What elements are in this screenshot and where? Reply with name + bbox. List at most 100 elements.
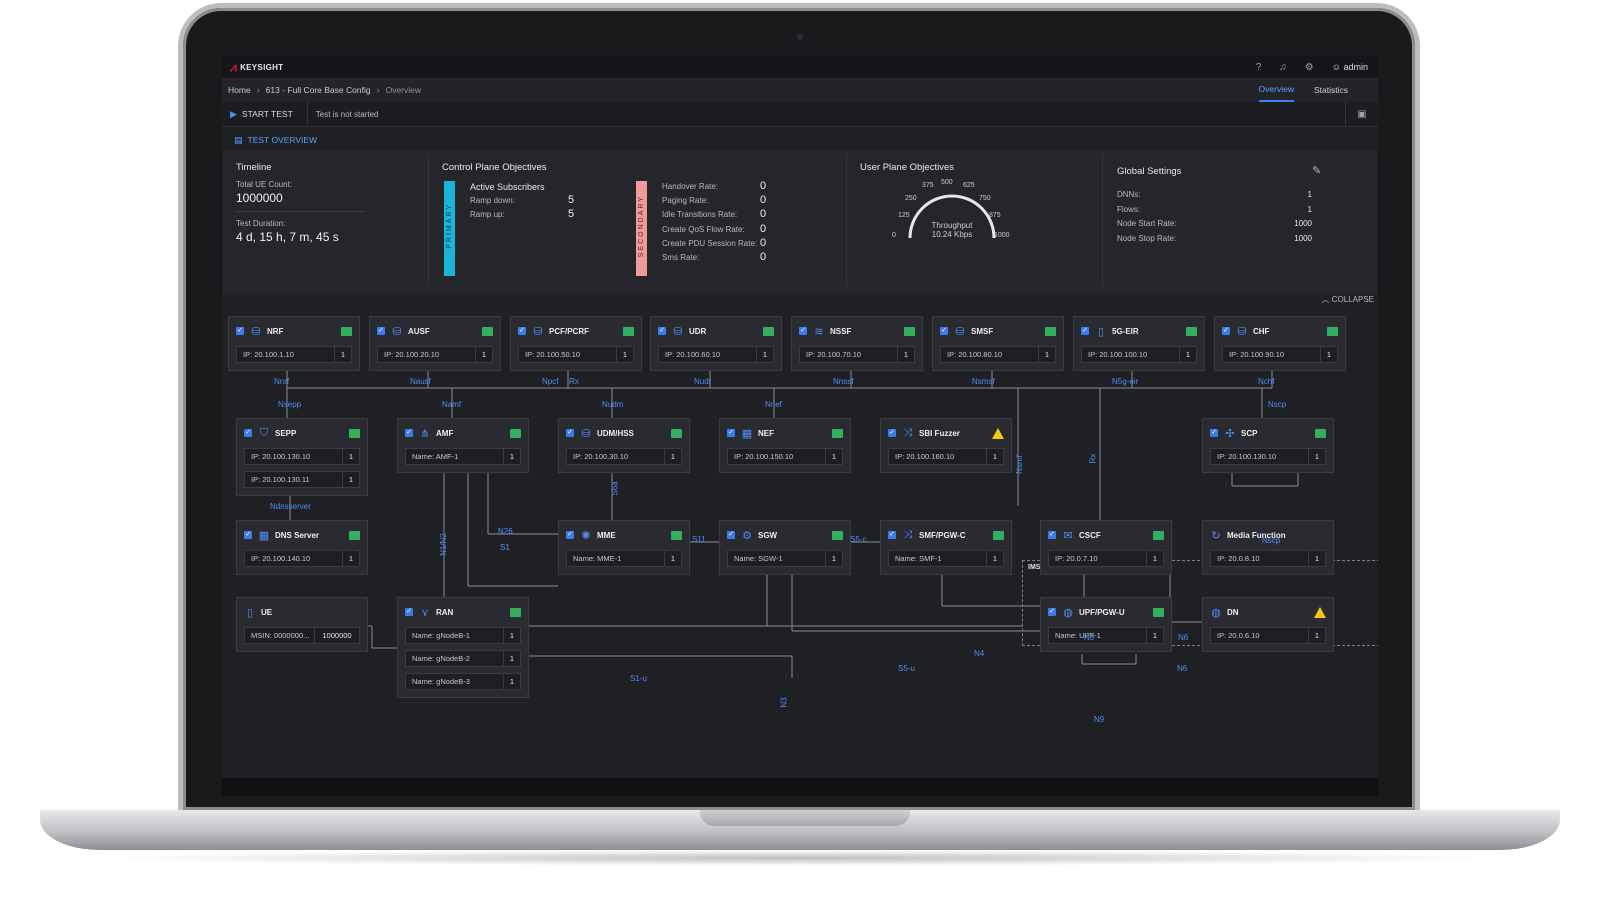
node-checkbox[interactable]: ✓ bbox=[1048, 531, 1056, 539]
node-field[interactable]: IP: 20.100.140.10 1 bbox=[244, 550, 360, 567]
status-ok-icon[interactable] bbox=[993, 530, 1004, 540]
tab-statistics[interactable]: Statistics bbox=[1314, 79, 1348, 101]
node-field[interactable]: Name: UPF-1 1 bbox=[1048, 627, 1164, 644]
node-sbi-fuzzer[interactable]: ✓ ⤨ SBI Fuzzer IP: 20.100.160.10 1 bbox=[880, 418, 1012, 473]
node-field[interactable]: Name: gNodeB-2 1 bbox=[405, 650, 521, 667]
node-field[interactable]: IP: 20.100.30.10 1 bbox=[566, 448, 682, 465]
node-checkbox[interactable]: ✓ bbox=[244, 531, 252, 539]
node-field[interactable]: IP: 20.0.6.10 1 bbox=[1210, 627, 1326, 644]
status-ok-icon[interactable] bbox=[763, 326, 774, 336]
status-ok-icon[interactable] bbox=[1045, 326, 1056, 336]
node-checkbox[interactable]: ✓ bbox=[1081, 327, 1089, 335]
node-field[interactable]: IP: 20.100.70.10 1 bbox=[799, 346, 915, 363]
node-ausf[interactable]: ✓ ⛁ AUSF IP: 20.100.20.10 1 bbox=[369, 316, 501, 371]
node-field[interactable]: Name: gNodeB-1 1 bbox=[405, 627, 521, 644]
gear-icon[interactable]: ⚙ bbox=[1305, 62, 1314, 73]
user-menu[interactable]: ☺ admin bbox=[1332, 62, 1368, 72]
node-udr[interactable]: ✓ ⛁ UDR IP: 20.100.60.10 1 bbox=[650, 316, 782, 371]
status-ok-icon[interactable] bbox=[510, 428, 521, 438]
status-ok-icon[interactable] bbox=[1315, 428, 1326, 438]
node-scp[interactable]: ✓ ✣ SCP IP: 20.100.130.10 1 bbox=[1202, 418, 1334, 473]
node-dn[interactable]: ◍ DN IP: 20.0.6.10 1 bbox=[1202, 597, 1334, 652]
node-ue[interactable]: ▯ UE MSIN: 0000000... 1000000 bbox=[236, 597, 368, 652]
collapse-button[interactable]: ︿ COLLAPSE bbox=[1322, 294, 1374, 305]
node-mme[interactable]: ✓ ✺ MME Name: MME-1 1 bbox=[558, 520, 690, 575]
node-field[interactable]: IP: 20.100.160.10 1 bbox=[888, 448, 1004, 465]
warning-icon[interactable] bbox=[992, 427, 1004, 439]
node-field[interactable]: IP: 20.100.1.10 1 bbox=[236, 346, 352, 363]
status-ok-icon[interactable] bbox=[623, 326, 634, 336]
node-checkbox[interactable]: ✓ bbox=[405, 429, 413, 437]
node-ran[interactable]: ✓ ⋎ RAN Name: gNodeB-1 1 Name: gNodeB-2 1 Name:… bbox=[397, 597, 529, 698]
node-field[interactable]: IP: 20.100.130.11 1 bbox=[244, 471, 360, 488]
node-checkbox[interactable]: ✓ bbox=[799, 327, 807, 335]
status-ok-icon[interactable] bbox=[349, 428, 360, 438]
breadcrumb-home[interactable]: Home bbox=[228, 85, 251, 95]
node-chf[interactable]: ✓ ⛁ CHF IP: 20.100.90.10 1 bbox=[1214, 316, 1346, 371]
node-checkbox[interactable]: ✓ bbox=[518, 327, 526, 335]
node-checkbox[interactable]: ✓ bbox=[888, 429, 896, 437]
node-field[interactable]: IP: 20.0.8.10 1 bbox=[1210, 550, 1326, 567]
node-checkbox[interactable]: ✓ bbox=[727, 429, 735, 437]
node-checkbox[interactable]: ✓ bbox=[727, 531, 735, 539]
node-sgw[interactable]: ✓ ⚙ SGW Name: SGW-1 1 bbox=[719, 520, 851, 575]
status-ok-icon[interactable] bbox=[482, 326, 493, 336]
node-field[interactable]: IP: 20.100.130.10 1 bbox=[1210, 448, 1326, 465]
node-nssf[interactable]: ✓ ≋ NSSF IP: 20.100.70.10 1 bbox=[791, 316, 923, 371]
bell-icon[interactable]: ♫ bbox=[1279, 62, 1287, 73]
help-icon[interactable]: ? bbox=[1256, 62, 1262, 73]
status-ok-icon[interactable] bbox=[671, 530, 682, 540]
node-5g-eir[interactable]: ✓ ▯ 5G-EIR IP: 20.100.100.10 1 bbox=[1073, 316, 1205, 371]
node-field[interactable]: Name: AMF-1 1 bbox=[405, 448, 521, 465]
node-smsf[interactable]: ✓ ⛁ SMSF IP: 20.100.80.10 1 bbox=[932, 316, 1064, 371]
status-ok-icon[interactable] bbox=[1153, 530, 1164, 540]
node-checkbox[interactable]: ✓ bbox=[940, 327, 948, 335]
node-pcf-pcrf[interactable]: ✓ ⛁ PCF/PCRF IP: 20.100.50.10 1 bbox=[510, 316, 642, 371]
breadcrumb-config[interactable]: 613 - Full Core Base Config bbox=[266, 85, 371, 95]
node-checkbox[interactable]: ✓ bbox=[566, 531, 574, 539]
node-checkbox[interactable]: ✓ bbox=[888, 531, 896, 539]
node-checkbox[interactable]: ✓ bbox=[1210, 429, 1218, 437]
status-ok-icon[interactable] bbox=[904, 326, 915, 336]
node-checkbox[interactable]: ✓ bbox=[566, 429, 574, 437]
node-udm-hss[interactable]: ✓ ⛁ UDM/HSS IP: 20.100.30.10 1 bbox=[558, 418, 690, 473]
status-ok-icon[interactable] bbox=[341, 326, 352, 336]
node-field[interactable]: MSIN: 0000000... 1000000 bbox=[244, 627, 360, 644]
start-test-button[interactable]: ▶ START TEST bbox=[230, 102, 308, 126]
warning-icon[interactable] bbox=[1314, 606, 1326, 618]
node-amf[interactable]: ✓ ⋔ AMF Name: AMF-1 1 bbox=[397, 418, 529, 473]
tab-test-overview[interactable]: ▤ TEST OVERVIEW bbox=[230, 132, 322, 152]
node-field[interactable]: IP: 20.0.7.10 1 bbox=[1048, 550, 1164, 567]
status-ok-icon[interactable] bbox=[1327, 326, 1338, 336]
node-dns-server[interactable]: ✓ ▦ DNS Server IP: 20.100.140.10 1 bbox=[236, 520, 368, 575]
status-ok-icon[interactable] bbox=[1186, 326, 1197, 336]
node-checkbox[interactable]: ✓ bbox=[1048, 608, 1056, 616]
status-ok-icon[interactable] bbox=[671, 428, 682, 438]
node-cscf[interactable]: ✓ ✉ CSCF IP: 20.0.7.10 1 bbox=[1040, 520, 1172, 575]
status-ok-icon[interactable] bbox=[510, 607, 521, 617]
node-sepp[interactable]: ✓ ⛉ SEPP IP: 20.100.130.10 1 IP: 20.100.130.1… bbox=[236, 418, 368, 496]
status-ok-icon[interactable] bbox=[832, 428, 843, 438]
node-smf-pgw-c[interactable]: ✓ ⤨ SMF/PGW-C Name: SMF-1 1 bbox=[880, 520, 1012, 575]
node-checkbox[interactable]: ✓ bbox=[658, 327, 666, 335]
node-checkbox[interactable]: ✓ bbox=[405, 608, 413, 616]
node-field[interactable]: IP: 20.100.20.10 1 bbox=[377, 346, 493, 363]
tab-overview[interactable]: Overview bbox=[1258, 78, 1294, 102]
node-field[interactable]: Name: gNodeB-3 1 bbox=[405, 673, 521, 690]
node-field[interactable]: Name: MME-1 1 bbox=[566, 550, 682, 567]
node-checkbox[interactable]: ✓ bbox=[236, 327, 244, 335]
node-field[interactable]: IP: 20.100.130.10 1 bbox=[244, 448, 360, 465]
status-ok-icon[interactable] bbox=[1153, 607, 1164, 617]
save-icon[interactable]: ▣ bbox=[1345, 102, 1378, 126]
node-media-function[interactable]: ↻ Media Function IP: 20.0.8.10 1 bbox=[1202, 520, 1334, 575]
node-upf-pgw-u[interactable]: ✓ ◍ UPF/PGW-U Name: UPF-1 1 bbox=[1040, 597, 1172, 652]
node-checkbox[interactable]: ✓ bbox=[1222, 327, 1230, 335]
node-field[interactable]: IP: 20.100.150.10 1 bbox=[727, 448, 843, 465]
node-nef[interactable]: ✓ ▦ NEF IP: 20.100.150.10 1 bbox=[719, 418, 851, 473]
status-ok-icon[interactable] bbox=[832, 530, 843, 540]
node-field[interactable]: IP: 20.100.90.10 1 bbox=[1222, 346, 1338, 363]
node-field[interactable]: Name: SMF-1 1 bbox=[888, 550, 1004, 567]
node-field[interactable]: IP: 20.100.80.10 1 bbox=[940, 346, 1056, 363]
node-field[interactable]: Name: SGW-1 1 bbox=[727, 550, 843, 567]
node-checkbox[interactable]: ✓ bbox=[244, 429, 252, 437]
